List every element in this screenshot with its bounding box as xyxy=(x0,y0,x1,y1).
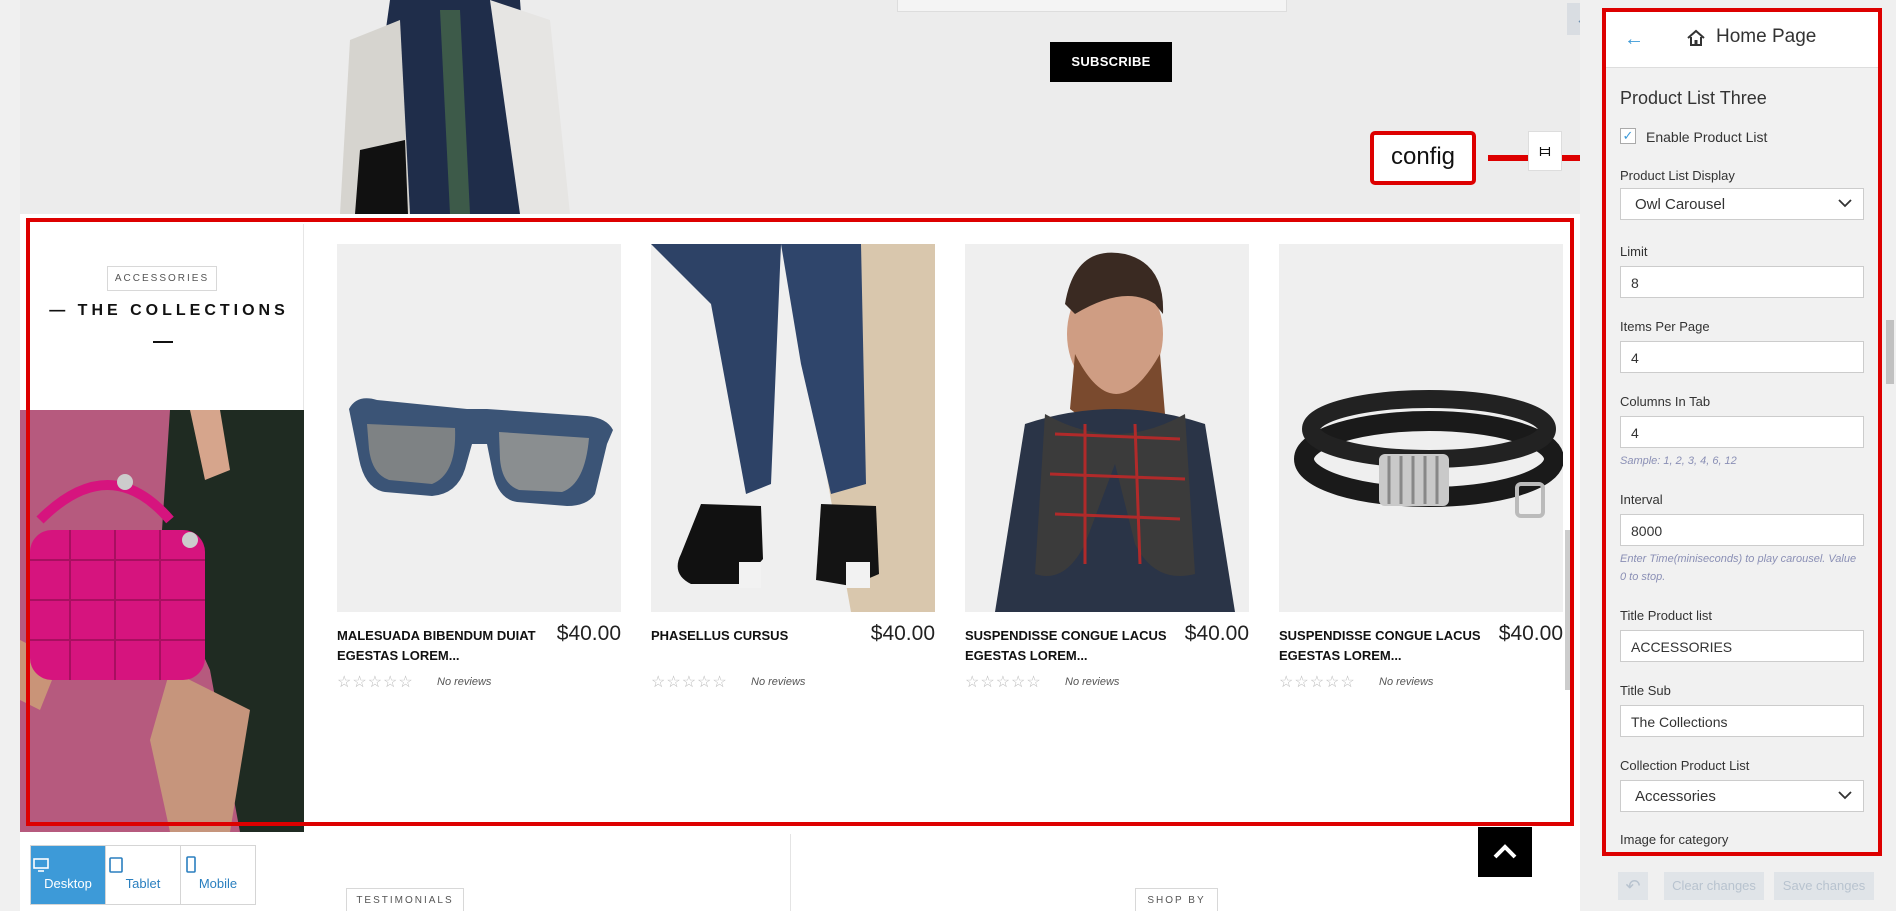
items-per-page-label: Items Per Page xyxy=(1620,319,1710,334)
limit-label: Limit xyxy=(1620,244,1648,259)
limit-input[interactable]: 8 xyxy=(1620,266,1864,298)
title-sub-label: Title Sub xyxy=(1620,683,1671,698)
display-select[interactable]: Owl Carousel xyxy=(1620,188,1864,220)
clear-changes-button[interactable]: Clear changes xyxy=(1664,872,1764,900)
device-mobile-button[interactable]: Mobile xyxy=(181,846,255,904)
home-icon xyxy=(1687,29,1705,46)
items-per-page-input[interactable]: 4 xyxy=(1620,341,1864,373)
chevron-down-icon xyxy=(1838,791,1852,800)
section-title: Product List Three xyxy=(1620,88,1767,108)
store-preview: SUBSCRIBE ↗ config ⧦ ACCESSORIES — THE C… xyxy=(0,0,1580,911)
collection-select[interactable]: Accessories xyxy=(1620,780,1864,812)
back-arrow-icon[interactable]: ← xyxy=(1624,28,1644,51)
preview-edge xyxy=(0,0,20,911)
undo-icon[interactable]: ↶ xyxy=(1618,872,1648,900)
shop-by-tag: SHOP BY xyxy=(1135,888,1218,911)
columns-hint: Sample: 1, 2, 3, 4, 6, 12 xyxy=(1620,455,1737,467)
enable-product-list-label: Enable Product List xyxy=(1646,129,1768,145)
device-desktop-label: Desktop xyxy=(44,876,92,891)
model-backpack-image xyxy=(320,0,580,214)
expand-icon[interactable]: ↗ xyxy=(1567,3,1580,35)
collection-value: Accessories xyxy=(1635,788,1716,805)
device-mobile-label: Mobile xyxy=(198,876,238,891)
testimonials-tag: TESTIMONIALS xyxy=(346,888,464,911)
columns-input[interactable]: 4 xyxy=(1620,416,1864,448)
display-label: Product List Display xyxy=(1620,168,1735,183)
display-value: Owl Carousel xyxy=(1635,196,1726,213)
panel-title: Home Page xyxy=(1716,26,1817,47)
newsletter-input-edge[interactable] xyxy=(897,0,1287,12)
title-input[interactable]: ACCESSORIES xyxy=(1620,630,1864,662)
device-preview-switch: Desktop Tablet Mobile xyxy=(30,845,256,905)
sliders-icon[interactable]: ⧦ xyxy=(1528,131,1562,171)
title-sub-input[interactable]: The Collections xyxy=(1620,705,1864,737)
config-annotation: config xyxy=(1370,131,1476,185)
device-desktop-button[interactable]: Desktop xyxy=(31,846,106,904)
device-tablet-button[interactable]: Tablet xyxy=(106,846,181,904)
desktop-icon xyxy=(33,858,49,872)
interval-input[interactable]: 8000 xyxy=(1620,514,1864,546)
panel-scrollbar[interactable] xyxy=(1886,320,1894,384)
bottom-divider xyxy=(790,834,791,911)
image-category-label: Image for category xyxy=(1620,832,1729,847)
collection-label: Collection Product List xyxy=(1620,758,1750,773)
back-to-top-button[interactable] xyxy=(1478,827,1532,877)
interval-label: Interval xyxy=(1620,492,1663,507)
subscribe-button[interactable]: SUBSCRIBE xyxy=(1050,42,1172,82)
device-tablet-label: Tablet xyxy=(125,876,161,891)
chevron-up-icon xyxy=(1493,844,1517,859)
chevron-down-icon xyxy=(1838,199,1852,208)
enable-product-list-checkbox[interactable]: ✓ xyxy=(1620,128,1636,144)
interval-hint: Enter Time(miniseconds) to play carousel… xyxy=(1620,553,1857,583)
customizer-settings: ← Home Page Product List Three ✓ Enable … xyxy=(1602,8,1882,856)
mobile-icon xyxy=(186,856,196,873)
tablet-icon xyxy=(109,857,123,873)
highlight-frame xyxy=(26,218,1574,826)
panel-footer: ↶ Clear changes Save changes xyxy=(1602,864,1882,911)
save-changes-button[interactable]: Save changes xyxy=(1774,872,1874,900)
columns-label: Columns In Tab xyxy=(1620,394,1711,409)
title-label: Title Product list xyxy=(1620,608,1712,623)
panel-header: ← Home Page xyxy=(1606,12,1878,68)
newsletter-banner: SUBSCRIBE ↗ xyxy=(20,0,1580,214)
